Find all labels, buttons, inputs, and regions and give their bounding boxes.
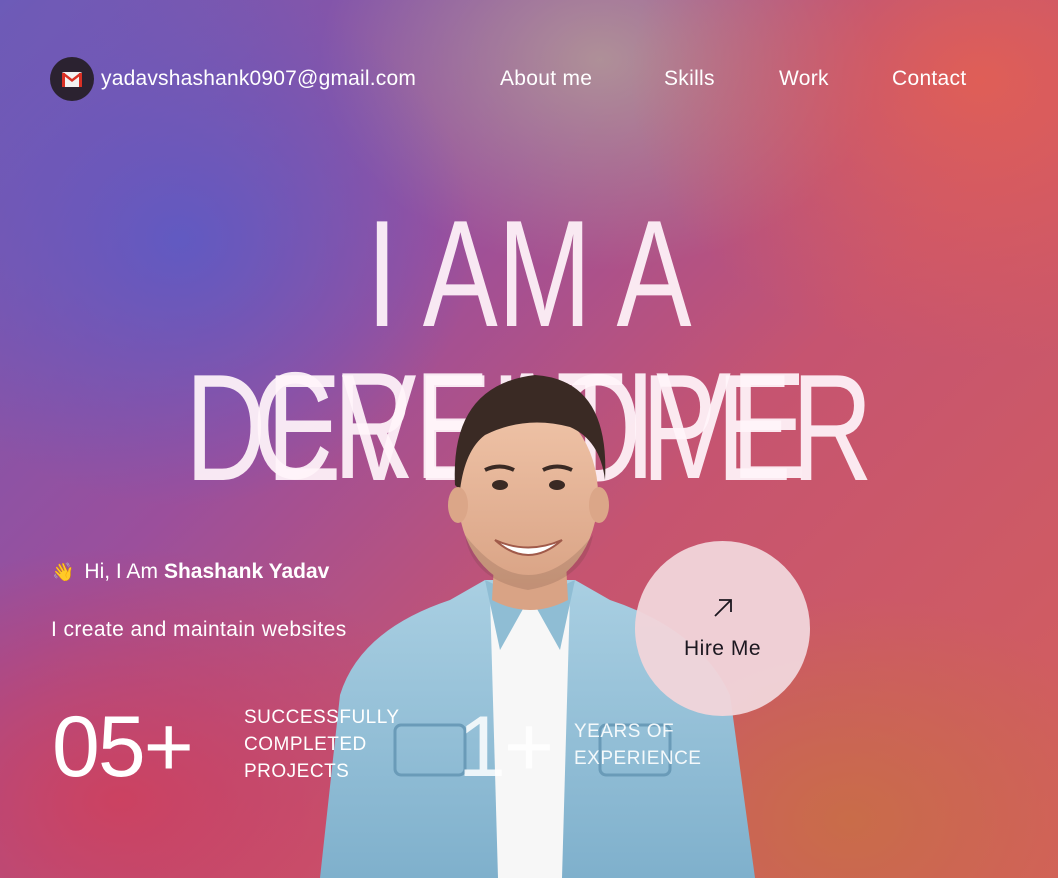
arrow-up-right-icon	[712, 597, 734, 623]
email-link[interactable]: yadavshashank0907@gmail.com	[50, 57, 416, 101]
stat-years-label: YEARS OF EXPERIENCE	[574, 721, 702, 769]
stat-projects-value: 05+	[52, 699, 194, 795]
greeting-prefix: Hi, I Am	[84, 560, 158, 583]
gmail-icon	[50, 57, 94, 101]
greeting: 👋 Hi, I Am Shashank Yadav	[52, 560, 329, 584]
nav-skills[interactable]: Skills	[664, 67, 715, 91]
nav-about[interactable]: About me	[500, 67, 592, 91]
person-name: Shashank Yadav	[163, 560, 330, 583]
hire-me-label: Hire Me	[683, 636, 761, 660]
stat-projects-label: SUCCESSFULLY COMPLETED PROJECTS	[244, 707, 400, 782]
nav-work[interactable]: Work	[779, 67, 829, 91]
nav-contact[interactable]: Contact	[892, 67, 966, 91]
site-header: yadavshashank0907@gmail.com About me Ski…	[50, 57, 980, 101]
tagline: I create and maintain websites	[51, 618, 347, 641]
stat-years-value: 1+	[458, 699, 554, 795]
waving-hand-icon: 👋	[52, 561, 75, 582]
email-address: yadavshashank0907@gmail.com	[101, 67, 417, 90]
hire-me-button[interactable]: Hire Me	[635, 541, 810, 716]
